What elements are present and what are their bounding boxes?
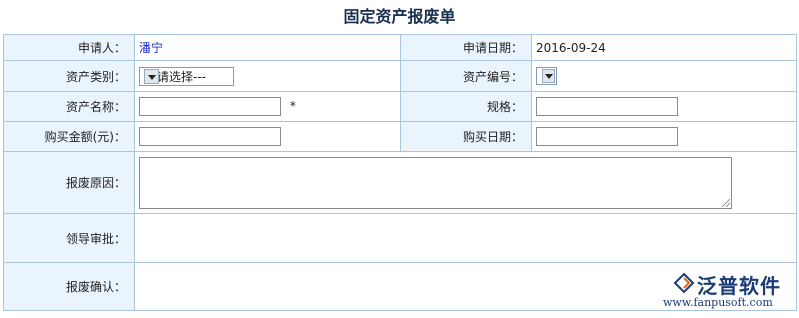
- chevron-down-icon: [144, 68, 159, 84]
- purchase-date-input[interactable]: [536, 127, 678, 146]
- brand-logo-icon: [673, 272, 695, 294]
- confirm-label: 报废确认：: [3, 262, 135, 311]
- spec-label: 规格：: [400, 91, 532, 122]
- category-select[interactable]: ---请选择---: [139, 66, 234, 86]
- category-label: 资产类别：: [3, 60, 135, 92]
- applicant-label: 申请人：: [3, 34, 135, 61]
- approval-value: [134, 213, 797, 263]
- amount-input[interactable]: [139, 127, 281, 146]
- chevron-down-icon: [542, 69, 555, 83]
- required-mark: *: [289, 99, 296, 113]
- amount-label: 购买金额(元)：: [3, 121, 135, 152]
- asset-name-input[interactable]: [139, 97, 281, 116]
- applicant-value: 潘宁: [139, 41, 164, 55]
- approval-label: 领导审批：: [3, 213, 135, 263]
- brand-name: 泛普软件: [697, 274, 781, 298]
- apply-date-value: 2016-09-24: [536, 40, 606, 55]
- brand-watermark: 泛普软件 www.fanpusoft.com: [663, 270, 791, 314]
- asset-no-label: 资产编号：: [400, 60, 532, 92]
- brand-url: www.fanpusoft.com: [663, 296, 773, 309]
- asset-name-label: 资产名称：: [3, 91, 135, 122]
- purchase-date-label: 购买日期：: [400, 121, 532, 152]
- apply-date-label: 申请日期：: [400, 34, 532, 61]
- page-title: 固定资产报废单: [343, 7, 456, 26]
- reason-label: 报废原因：: [3, 151, 135, 214]
- reason-textarea[interactable]: [139, 156, 732, 209]
- asset-no-select[interactable]: [536, 67, 557, 85]
- spec-input[interactable]: [536, 97, 678, 116]
- resize-grip-icon[interactable]: [722, 198, 730, 207]
